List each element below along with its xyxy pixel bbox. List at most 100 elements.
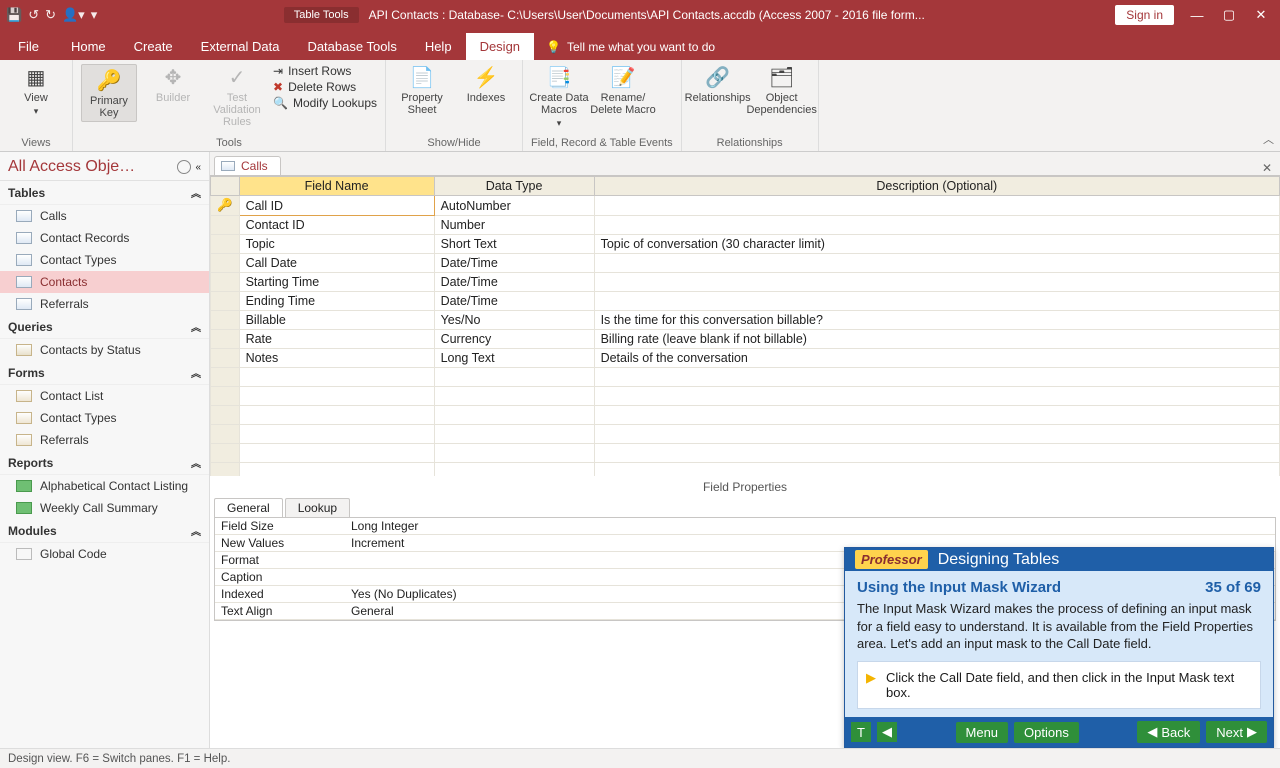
user-icon[interactable]: 👤▾ bbox=[62, 7, 85, 23]
field-name-cell[interactable]: Rate bbox=[239, 330, 434, 349]
nav-item-contact-list[interactable]: Contact List bbox=[0, 385, 209, 407]
field-name-cell[interactable] bbox=[239, 387, 434, 406]
nav-item-calls[interactable]: Calls bbox=[0, 205, 209, 227]
nav-filter-icon[interactable] bbox=[177, 160, 191, 174]
modify-lookups-button[interactable]: 🔍Modify Lookups bbox=[273, 96, 377, 110]
property-row[interactable]: Field SizeLong Integer bbox=[215, 518, 1275, 535]
nav-item-contact-types-form[interactable]: Contact Types bbox=[0, 407, 209, 429]
description-cell[interactable] bbox=[594, 406, 1279, 425]
close-tab-icon[interactable]: ✕ bbox=[1254, 161, 1280, 175]
field-name-cell[interactable] bbox=[239, 368, 434, 387]
row-selector[interactable] bbox=[211, 216, 240, 235]
row-selector[interactable] bbox=[211, 311, 240, 330]
nav-item-alpha-listing[interactable]: Alphabetical Contact Listing bbox=[0, 475, 209, 497]
data-type-cell[interactable]: Yes/No bbox=[434, 311, 594, 330]
data-type-cell[interactable]: AutoNumber bbox=[434, 196, 594, 216]
data-type-cell[interactable] bbox=[434, 368, 594, 387]
row-selector[interactable] bbox=[211, 254, 240, 273]
data-type-cell[interactable]: Long Text bbox=[434, 349, 594, 368]
description-cell[interactable] bbox=[594, 292, 1279, 311]
row-selector[interactable] bbox=[211, 368, 240, 387]
nav-item-referrals-form[interactable]: Referrals bbox=[0, 429, 209, 451]
relationships-button[interactable]: 🔗 Relationships bbox=[690, 64, 746, 104]
tab-help[interactable]: Help bbox=[411, 33, 466, 60]
fields-table[interactable]: Field Name Data Type Description (Option… bbox=[210, 176, 1280, 476]
row-selector[interactable] bbox=[211, 387, 240, 406]
table-row[interactable]: Ending TimeDate/Time bbox=[211, 292, 1280, 311]
field-name-cell[interactable] bbox=[239, 425, 434, 444]
sign-in-button[interactable]: Sign in bbox=[1115, 5, 1174, 25]
description-cell[interactable] bbox=[594, 368, 1279, 387]
table-row[interactable] bbox=[211, 425, 1280, 444]
object-dependencies-button[interactable]: 🗂 Object Dependencies bbox=[754, 64, 810, 116]
nav-header[interactable]: All Access Obje… « bbox=[0, 152, 209, 181]
tab-home[interactable]: Home bbox=[57, 33, 120, 60]
data-type-cell[interactable]: Short Text bbox=[434, 235, 594, 254]
col-description[interactable]: Description (Optional) bbox=[594, 177, 1279, 196]
nav-section-reports[interactable]: Reports︽ bbox=[0, 451, 209, 475]
nav-item-global-code[interactable]: Global Code bbox=[0, 543, 209, 565]
tell-me-search[interactable]: 💡 Tell me what you want to do bbox=[534, 34, 727, 60]
tutorial-back-button[interactable]: ◀ Back bbox=[1137, 721, 1200, 743]
field-name-cell[interactable] bbox=[239, 406, 434, 425]
field-name-cell[interactable] bbox=[239, 463, 434, 477]
delete-rows-button[interactable]: ✖Delete Rows bbox=[273, 80, 377, 94]
table-row[interactable] bbox=[211, 444, 1280, 463]
tab-database-tools[interactable]: Database Tools bbox=[293, 33, 410, 60]
description-cell[interactable]: Topic of conversation (30 character limi… bbox=[594, 235, 1279, 254]
row-selector[interactable] bbox=[211, 349, 240, 368]
data-type-cell[interactable] bbox=[434, 387, 594, 406]
description-cell[interactable] bbox=[594, 387, 1279, 406]
row-selector[interactable] bbox=[211, 330, 240, 349]
create-data-macros-button[interactable]: 📑 Create Data Macros▾ bbox=[531, 64, 587, 129]
row-selector[interactable] bbox=[211, 292, 240, 311]
nav-item-weekly-summary[interactable]: Weekly Call Summary bbox=[0, 497, 209, 519]
nav-section-modules[interactable]: Modules︽ bbox=[0, 519, 209, 543]
table-row[interactable]: Starting TimeDate/Time bbox=[211, 273, 1280, 292]
table-row[interactable]: NotesLong TextDetails of the conversatio… bbox=[211, 349, 1280, 368]
row-selector[interactable] bbox=[211, 273, 240, 292]
tab-design[interactable]: Design bbox=[466, 33, 534, 60]
nav-item-contacts[interactable]: Contacts bbox=[0, 271, 209, 293]
tab-general[interactable]: General bbox=[214, 498, 283, 517]
field-name-cell[interactable]: Call ID bbox=[239, 196, 434, 216]
table-row[interactable]: 🔑Call IDAutoNumber bbox=[211, 196, 1280, 216]
description-cell[interactable] bbox=[594, 425, 1279, 444]
chevron-left-icon[interactable]: « bbox=[195, 162, 201, 173]
tab-calls[interactable]: Calls bbox=[214, 156, 281, 175]
qat-customize-icon[interactable]: ▾ bbox=[91, 7, 98, 23]
select-all-corner[interactable] bbox=[211, 177, 240, 196]
field-name-cell[interactable] bbox=[239, 444, 434, 463]
data-type-cell[interactable]: Number bbox=[434, 216, 594, 235]
data-type-cell[interactable]: Date/Time bbox=[434, 273, 594, 292]
nav-section-queries[interactable]: Queries︽ bbox=[0, 315, 209, 339]
field-name-cell[interactable]: Notes bbox=[239, 349, 434, 368]
description-cell[interactable] bbox=[594, 273, 1279, 292]
description-cell[interactable] bbox=[594, 196, 1279, 216]
primary-key-button[interactable]: 🔑 Primary Key bbox=[81, 64, 137, 122]
table-row[interactable] bbox=[211, 406, 1280, 425]
table-row[interactable]: Contact IDNumber bbox=[211, 216, 1280, 235]
view-button[interactable]: ▦ View▾ bbox=[8, 64, 64, 117]
nav-section-forms[interactable]: Forms︽ bbox=[0, 361, 209, 385]
description-cell[interactable] bbox=[594, 216, 1279, 235]
minimize-icon[interactable]: — bbox=[1188, 8, 1206, 23]
data-type-cell[interactable]: Date/Time bbox=[434, 254, 594, 273]
description-cell[interactable] bbox=[594, 254, 1279, 273]
tab-create[interactable]: Create bbox=[120, 33, 187, 60]
row-selector[interactable]: 🔑 bbox=[211, 196, 240, 216]
table-row[interactable] bbox=[211, 463, 1280, 477]
nav-section-tables[interactable]: Tables︽ bbox=[0, 181, 209, 205]
close-icon[interactable]: ✕ bbox=[1252, 7, 1270, 23]
row-selector[interactable] bbox=[211, 444, 240, 463]
field-name-cell[interactable]: Starting Time bbox=[239, 273, 434, 292]
data-type-cell[interactable]: Currency bbox=[434, 330, 594, 349]
field-name-cell[interactable]: Billable bbox=[239, 311, 434, 330]
col-field-name[interactable]: Field Name bbox=[239, 177, 434, 196]
redo-icon[interactable]: ↻ bbox=[45, 7, 56, 23]
description-cell[interactable] bbox=[594, 463, 1279, 477]
tab-external-data[interactable]: External Data bbox=[187, 33, 294, 60]
table-row[interactable]: RateCurrencyBilling rate (leave blank if… bbox=[211, 330, 1280, 349]
undo-icon[interactable]: ↺ bbox=[28, 7, 39, 23]
nav-item-contact-records[interactable]: Contact Records bbox=[0, 227, 209, 249]
